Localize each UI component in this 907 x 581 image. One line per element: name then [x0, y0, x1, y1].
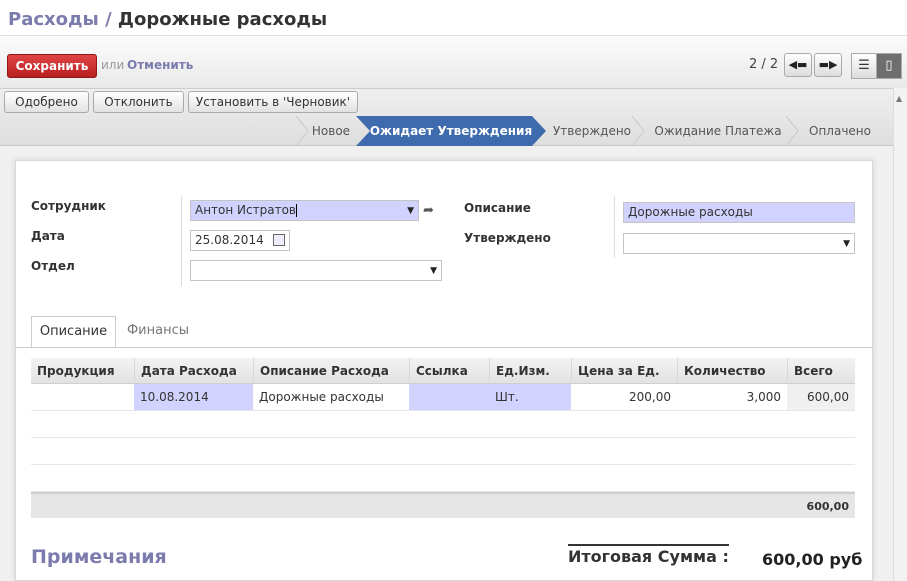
- form-icon: ▯: [885, 58, 893, 73]
- stage-separator-icon: [631, 116, 645, 146]
- chevron-down-icon[interactable]: ▼: [430, 264, 437, 279]
- status-bar: Одобрено Отклонить Установить в 'Чернови…: [0, 88, 907, 146]
- department-label: Отдел: [31, 259, 75, 273]
- action-toolbar: Сохранить или Отменить 2 / 2 ◀▬ ▬▶ ☰ ▯: [0, 35, 907, 88]
- column-header-quantity[interactable]: Количество: [677, 358, 787, 384]
- column-divider: [181, 196, 182, 286]
- expense-lines-table: Продукция Дата Расхода Описание Расхода …: [31, 358, 855, 518]
- notes-title: Примечания: [31, 546, 167, 568]
- breadcrumb-parent-link[interactable]: Расходы: [8, 9, 99, 30]
- department-field[interactable]: ▼: [190, 260, 442, 281]
- table-row-empty: [31, 438, 855, 465]
- stage-awaiting-payment[interactable]: Ожидание Платежа: [646, 116, 790, 146]
- tab-finance[interactable]: Финансы: [118, 316, 198, 348]
- table-row[interactable]: 10.08.2014 Дорожные расходы Шт. 200,00 3…: [31, 384, 855, 411]
- scroll-up-icon[interactable]: ▲: [896, 94, 902, 103]
- cell-product: [31, 384, 134, 410]
- approved-by-label: Утверждено: [464, 231, 551, 245]
- column-header-date[interactable]: Дата Расхода: [134, 358, 253, 384]
- cell-uom: Шт.: [489, 384, 571, 410]
- column-divider: [614, 196, 615, 258]
- date-value: 25.08.2014: [195, 233, 264, 247]
- form-view-button[interactable]: ▯: [876, 53, 902, 79]
- list-icon: ☰: [858, 58, 870, 73]
- column-header-description[interactable]: Описание Расхода: [253, 358, 409, 384]
- list-view-button[interactable]: ☰: [851, 53, 877, 79]
- stage-awaiting-approval[interactable]: Ожидает Утверждения: [356, 116, 546, 146]
- column-header-product[interactable]: Продукция: [31, 358, 134, 384]
- pager-counter: 2 / 2: [749, 57, 779, 72]
- stage-separator-icon: [295, 116, 309, 146]
- cell-total: 600,00: [787, 384, 855, 410]
- employee-value: Антон Истратов: [195, 203, 296, 217]
- cell-date: 10.08.2014: [134, 384, 253, 410]
- tabs-divider: [15, 347, 873, 348]
- table-header: Продукция Дата Расхода Описание Расхода …: [31, 358, 855, 384]
- cancel-link[interactable]: Отменить: [127, 58, 193, 72]
- employee-label: Сотрудник: [31, 199, 106, 213]
- description-value: Дорожные расходы: [628, 205, 753, 219]
- date-label: Дата: [31, 229, 65, 243]
- employee-field[interactable]: Антон Истратов ▼: [190, 200, 419, 221]
- cell-description: Дорожные расходы: [259, 390, 384, 404]
- cell-reference: [409, 384, 489, 410]
- stage-paid[interactable]: Оплачено: [800, 116, 880, 146]
- breadcrumb-separator: /: [98, 9, 118, 30]
- cell-quantity: 3,000: [746, 390, 781, 404]
- breadcrumb: Расходы / Дорожные расходы: [8, 9, 327, 30]
- or-text: или: [101, 58, 125, 72]
- column-header-unit-price[interactable]: Цена за Ед.: [571, 358, 677, 384]
- stage-separator-icon: [785, 116, 799, 146]
- table-row-empty: [31, 411, 855, 438]
- text-cursor: [296, 204, 297, 217]
- arrow-right-icon: ▬▶: [818, 58, 838, 71]
- approved-by-field[interactable]: ▼: [623, 233, 855, 254]
- chevron-down-icon[interactable]: ▼: [407, 204, 414, 219]
- tab-description[interactable]: Описание: [31, 316, 116, 348]
- table-footer: 600,00: [31, 492, 855, 518]
- stage-approved[interactable]: Утверждено: [546, 116, 638, 146]
- approve-button[interactable]: Одобрено: [4, 91, 89, 113]
- column-header-reference[interactable]: Ссылка: [409, 358, 489, 384]
- next-record-button[interactable]: ▬▶: [814, 53, 842, 77]
- external-link-icon[interactable]: ➦: [423, 203, 434, 218]
- page-title: Дорожные расходы: [117, 9, 328, 30]
- date-field[interactable]: 25.08.2014: [190, 230, 290, 251]
- description-field[interactable]: Дорожные расходы: [623, 202, 855, 223]
- cell-unit-price: 200,00: [629, 390, 671, 404]
- vertical-scrollbar[interactable]: ▲: [893, 88, 907, 581]
- table-row-empty: [31, 465, 855, 492]
- column-header-uom[interactable]: Ед.Изм.: [489, 358, 571, 384]
- grand-total-label: Итоговая Сумма :: [568, 544, 729, 566]
- grand-total-value: 600,00 руб: [762, 550, 863, 569]
- chevron-down-icon[interactable]: ▼: [843, 237, 850, 252]
- prev-record-button[interactable]: ◀▬: [784, 53, 812, 77]
- set-draft-button[interactable]: Установить в 'Черновик': [188, 91, 358, 113]
- footer-total: 600,00: [806, 500, 849, 513]
- description-label: Описание: [464, 201, 531, 215]
- calendar-icon[interactable]: [273, 234, 285, 246]
- save-button[interactable]: Сохранить: [7, 54, 97, 78]
- stage-progress: Новое Ожидает Утверждения Утверждено Ожи…: [295, 116, 900, 146]
- refuse-button[interactable]: Отклонить: [93, 91, 184, 113]
- column-header-total[interactable]: Всего: [787, 358, 855, 384]
- arrow-left-icon: ◀▬: [788, 58, 808, 71]
